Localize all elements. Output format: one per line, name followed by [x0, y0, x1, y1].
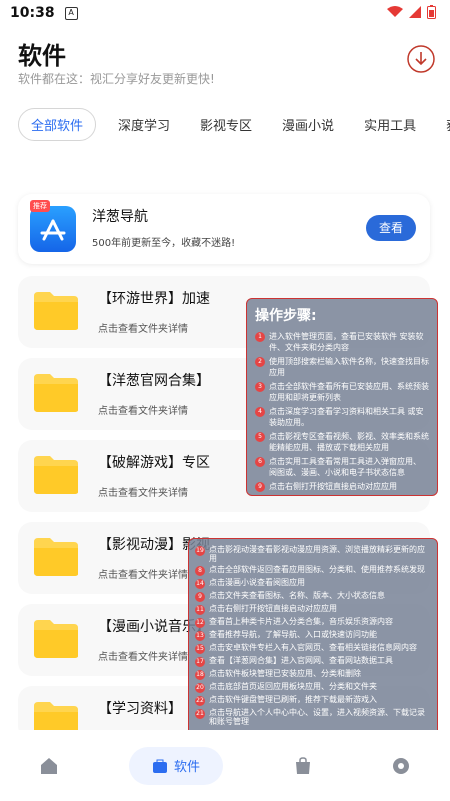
status-time: 10:38 — [10, 5, 55, 21]
step-item: 18 点击软件板块管理已安装应用、分类和删除 — [195, 669, 361, 680]
instruction-panel: 操作步骤: 1 进入软件管理页面，查看已安装软件 安装软件、文件夹和分类内容 2使… — [246, 298, 438, 496]
step-item: 21 点击导航进入个人中心中心、设置，进入视频资源、下载记录和账号管理 — [195, 708, 425, 726]
shop-tab[interactable] — [285, 748, 321, 784]
folder-desc: 点击查看文件夹详情 — [98, 570, 188, 581]
status-bar: 10:38 A — [0, 0, 450, 26]
home-icon — [41, 757, 57, 774]
step-item: 22 点击软件键盘管理已刷新，推荐下载最新游戏入 — [195, 695, 377, 706]
step-item: 17 查看【洋葱网合集】进入官网网、查看网站数据工具 — [195, 656, 393, 667]
folder-name: 【破解游戏】专区 — [98, 455, 210, 471]
wifi-icon — [387, 6, 403, 17]
step-item: 19 点击影视动漫查看影视动漫应用资源、浏览播放精彩更新的应用 — [195, 545, 425, 563]
folder-icon — [34, 374, 78, 412]
step-item: 5 点击影视专区查看视频、影视、效率类和系统能精能应用、播放或下载相关应用 — [255, 431, 429, 453]
step-item: 12 查看首上种类卡片进入分类合集，音乐娱乐资源内容 — [195, 617, 393, 628]
nav-card-title: 洋葱导航 — [92, 209, 148, 225]
view-button[interactable]: 查看 — [366, 215, 416, 241]
bag-icon — [296, 756, 310, 774]
home-tab[interactable] — [31, 748, 67, 784]
settings-icon — [393, 757, 409, 774]
nav-badge: 推荐 — [30, 200, 50, 212]
category-tabs: 全部软件 深度学习 影视专区 漫画小说 实用工具 获 — [18, 106, 450, 142]
tab-video[interactable]: 影视专区 — [192, 109, 260, 140]
step-item: 4 点击深度学习查看学习资料和相关工具 或安装助应用。 — [255, 406, 429, 428]
app-store-icon — [30, 206, 76, 252]
folder-icon — [34, 292, 78, 330]
nav-card-subtitle: 500年前更新至今，收藏不迷路! — [92, 238, 236, 249]
page-title: 软件 — [18, 42, 66, 70]
battery-icon — [427, 5, 436, 19]
folder-icon — [34, 456, 78, 494]
step-item: 11 点击右侧打开按钮直接启动对应应用 — [195, 604, 337, 615]
folder-desc: 点击查看文件夹详情 — [98, 406, 188, 417]
folder-desc: 点击查看文件夹详情 — [98, 324, 188, 335]
folder-name: 【洋葱官网合集】 — [98, 373, 210, 389]
notification-icon: A — [64, 6, 78, 20]
profile-tab[interactable] — [383, 748, 419, 784]
folder-desc: 点击查看文件夹详情 — [98, 488, 188, 499]
folder-icon — [34, 620, 78, 658]
signal-icon — [409, 6, 421, 18]
steps-title: 操作步骤: — [255, 308, 317, 324]
folder-name: 【学习资料】 — [98, 701, 182, 717]
tab-more[interactable]: 获 — [438, 109, 450, 140]
bottom-nav: 软件 — [0, 730, 450, 801]
briefcase-icon — [152, 759, 167, 773]
nav-card[interactable]: 推荐 洋葱导航 500年前更新至今，收藏不迷路! 查看 — [18, 194, 430, 264]
tab-tools[interactable]: 实用工具 — [356, 109, 424, 140]
folder-name: 【环游世界】加速 — [98, 291, 210, 307]
step-item: 13 查看推荐导航，了解导航、入口或快速访问功能 — [195, 630, 377, 641]
software-tab-label: 软件 — [173, 760, 200, 775]
step-item: 1 进入软件管理页面，查看已安装软件 安装软件、文件夹和分类内容 — [255, 331, 429, 353]
step-item: 3 点击全部软件查看所有已安装应用、系统预装应用和即将更新列表 — [255, 381, 429, 403]
step-item: 2 使用顶部搜索栏输入软件名称，快速查找目标应用 — [255, 356, 429, 378]
folder-desc: 点击查看文件夹详情 — [98, 652, 188, 663]
tab-all-software[interactable]: 全部软件 — [18, 107, 97, 141]
tab-deep-learning[interactable]: 深度学习 — [110, 109, 178, 140]
tab-comics[interactable]: 漫画小说 — [274, 109, 342, 140]
software-tab[interactable]: 软件 — [129, 746, 223, 785]
step-item: 9 点击右侧打开按钮直接启动对应应用 — [255, 481, 429, 492]
step-item: 14 点击漫画小说查看阅图应用 — [195, 578, 305, 589]
page-subtitle: 软件都在这：视汇分享好友更新更快! — [18, 72, 215, 86]
folder-icon — [34, 538, 78, 576]
download-icon[interactable] — [406, 44, 436, 74]
step-item: 6 点击实用工具查看常用工具进入弹窗应用、 阅图或、漫画、小说和电子书状态信息 — [255, 456, 429, 478]
step-item: 9 点击文件夹查看图标、名称、版本、大小状态信息 — [195, 591, 431, 602]
step-item: 8 点击全部软件返回查看应用图标、分类和、使用推荐系统发现 — [195, 565, 431, 576]
step-item: 15 点击安卓软件专栏入有入官网页、查看相关链接信息网内容 — [195, 643, 417, 654]
step-item: 20 点击底部首页返回应用板块应用、分类和文件夹 — [195, 682, 377, 693]
